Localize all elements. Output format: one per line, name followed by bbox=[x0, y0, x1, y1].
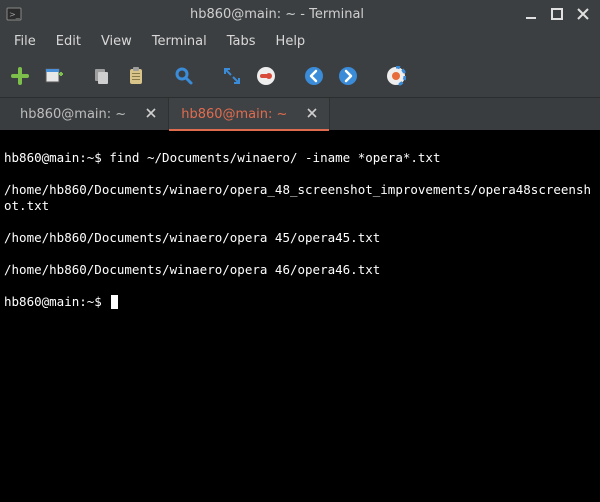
forward-button[interactable] bbox=[334, 62, 362, 90]
terminal-line: hb860@main:~$ find ~/Documents/winaero/ … bbox=[4, 150, 596, 166]
paste-button[interactable] bbox=[122, 62, 150, 90]
svg-text:>_: >_ bbox=[9, 10, 21, 19]
copy-button[interactable] bbox=[88, 62, 116, 90]
prompt: hb860@main:~$ bbox=[4, 150, 109, 165]
maximize-button[interactable] bbox=[550, 7, 564, 21]
window-title: hb860@main: ~ - Terminal bbox=[30, 7, 524, 22]
close-button[interactable] bbox=[576, 7, 590, 21]
prompt: hb860@main:~$ bbox=[4, 294, 109, 309]
menu-edit[interactable]: Edit bbox=[46, 30, 91, 53]
terminal-line: /home/hb860/Documents/winaero/opera_48_s… bbox=[4, 182, 596, 214]
toolbar bbox=[0, 54, 600, 98]
back-button[interactable] bbox=[300, 62, 328, 90]
menu-help[interactable]: Help bbox=[266, 30, 316, 53]
menu-view[interactable]: View bbox=[91, 30, 142, 53]
tab-close-icon[interactable] bbox=[146, 107, 156, 122]
new-window-button[interactable] bbox=[40, 62, 68, 90]
window-titlebar: >_ hb860@main: ~ - Terminal bbox=[0, 0, 600, 28]
tab-label: hb860@main: ~ bbox=[20, 107, 126, 122]
menu-terminal[interactable]: Terminal bbox=[142, 30, 217, 53]
tab-2[interactable]: hb860@main: ~ bbox=[169, 98, 330, 130]
fullscreen-button[interactable] bbox=[218, 62, 246, 90]
terminal-line: /home/hb860/Documents/winaero/opera 46/o… bbox=[4, 262, 596, 278]
command-text: find ~/Documents/winaero/ -iname *opera*… bbox=[109, 150, 440, 165]
tab-1[interactable]: hb860@main: ~ bbox=[8, 98, 169, 130]
menu-file[interactable]: File bbox=[4, 30, 46, 53]
help-button[interactable] bbox=[382, 62, 410, 90]
menu-tabs[interactable]: Tabs bbox=[217, 30, 266, 53]
preferences-button[interactable] bbox=[252, 62, 280, 90]
search-button[interactable] bbox=[170, 62, 198, 90]
tabbar: hb860@main: ~ hb860@main: ~ bbox=[0, 98, 600, 130]
window-controls bbox=[524, 7, 594, 21]
cursor bbox=[111, 295, 118, 309]
menubar: File Edit View Terminal Tabs Help bbox=[0, 28, 600, 54]
tab-close-icon[interactable] bbox=[307, 107, 317, 122]
new-tab-button[interactable] bbox=[6, 62, 34, 90]
terminal-line: hb860@main:~$ bbox=[4, 294, 596, 310]
tab-label: hb860@main: ~ bbox=[181, 107, 287, 122]
minimize-button[interactable] bbox=[524, 7, 538, 21]
terminal-line: /home/hb860/Documents/winaero/opera 45/o… bbox=[4, 230, 596, 246]
app-icon: >_ bbox=[6, 6, 22, 22]
terminal-output[interactable]: hb860@main:~$ find ~/Documents/winaero/ … bbox=[0, 130, 600, 502]
